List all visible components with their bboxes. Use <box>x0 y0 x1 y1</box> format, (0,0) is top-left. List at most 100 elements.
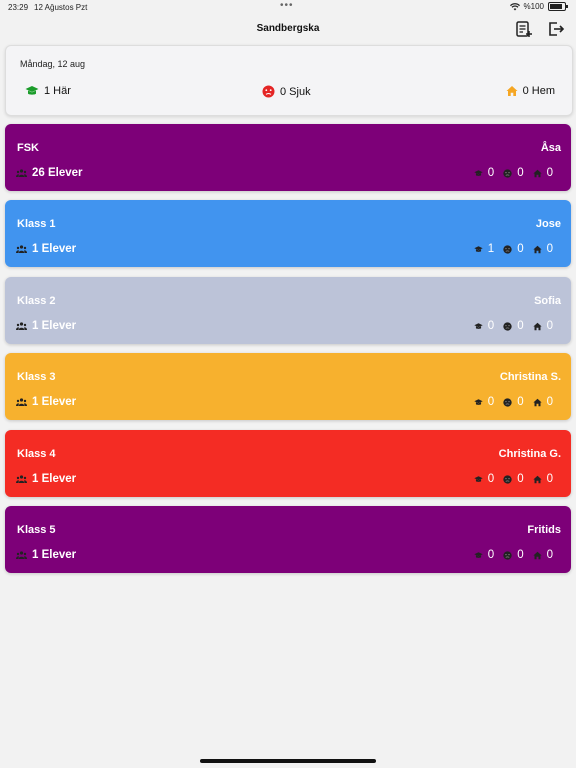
battery-icon <box>548 2 568 11</box>
status-time: 23:29 <box>8 3 29 12</box>
home-label: 0 Hem <box>522 85 555 97</box>
home-value: 0 <box>546 320 553 332</box>
home-count: 0 <box>532 473 553 485</box>
teacher-name: Åsa <box>540 142 561 154</box>
graduation-cap-icon <box>474 551 483 558</box>
battery-percent: %100 <box>523 2 544 11</box>
graduation-cap-icon <box>474 322 483 329</box>
home-value: 0 <box>546 167 553 179</box>
class-name: Klass 1 <box>17 218 56 230</box>
present-count: 0 <box>474 549 494 561</box>
graduation-cap-icon <box>474 475 483 482</box>
home-count: 0 <box>532 396 553 408</box>
present-count: 1 Här <box>25 85 71 97</box>
student-count-label: 1 Elever <box>32 549 77 561</box>
class-name: Klass 5 <box>17 524 56 536</box>
multitasking-dots-icon[interactable]: ••• <box>280 0 294 11</box>
present-count: 0 <box>474 473 494 485</box>
teacher-name: Jose <box>535 218 561 230</box>
class-card[interactable]: Klass 2 Sofia 1 Elever 0 0 0 <box>5 277 571 344</box>
sick-value: 0 <box>517 473 524 485</box>
sick-count: 0 <box>503 549 524 561</box>
sick-count: 0 <box>503 167 524 179</box>
home-count: 0 <box>532 320 553 332</box>
home-indicator[interactable] <box>200 759 376 763</box>
class-card[interactable]: Klass 3 Christina S. 1 Elever 0 0 0 <box>5 353 571 420</box>
sick-value: 0 <box>517 549 524 561</box>
attendance-counts: 0 0 0 <box>465 167 553 179</box>
page-title: Sandbergska <box>256 23 320 34</box>
logout-button[interactable] <box>546 19 566 39</box>
sick-face-icon <box>503 550 512 560</box>
sick-face-icon <box>262 85 275 98</box>
student-count-label: 1 Elever <box>32 396 77 408</box>
class-name: Klass 4 <box>17 448 56 460</box>
student-count: 1 Elever <box>16 396 76 408</box>
present-count: 1 <box>474 243 494 255</box>
sick-count: 0 <box>503 396 524 408</box>
class-card[interactable]: Klass 4 Christina G. 1 Elever 0 0 0 <box>5 430 571 497</box>
group-icon <box>16 551 27 559</box>
home-icon <box>532 169 542 177</box>
class-card[interactable]: Klass 1 Jose 1 Elever 1 0 0 <box>5 200 571 267</box>
graduation-cap-icon <box>25 86 39 95</box>
sick-value: 0 <box>517 243 524 255</box>
group-icon <box>16 475 27 483</box>
sick-value: 0 <box>517 396 524 408</box>
student-count-label: 1 Elever <box>32 320 77 332</box>
class-name: Klass 2 <box>17 295 56 307</box>
sick-value: 0 <box>517 320 524 332</box>
teacher-name: Christina S. <box>499 371 561 383</box>
sick-face-icon <box>503 321 512 331</box>
present-value: 1 <box>487 243 495 255</box>
student-count-label: 1 Elever <box>32 243 77 255</box>
sick-face-icon <box>503 474 512 484</box>
status-date: 12 Ağustos Pzt <box>34 3 88 12</box>
group-icon <box>16 398 27 406</box>
note-add-icon <box>516 21 532 37</box>
teacher-name: Christina G. <box>498 448 561 460</box>
sick-label: 0 Sjuk <box>280 85 311 98</box>
class-name: Klass 3 <box>17 371 56 383</box>
present-value: 0 <box>487 167 495 179</box>
home-count: 0 <box>532 549 553 561</box>
logout-icon <box>549 22 565 36</box>
student-count-label: 26 Elever <box>32 167 83 179</box>
attendance-counts: 0 0 0 <box>465 320 553 332</box>
sick-face-icon <box>503 244 512 254</box>
sick-count: 0 Sjuk <box>262 85 311 98</box>
home-count: 0 <box>532 167 553 179</box>
summary-date: Måndag, 12 aug <box>20 59 86 69</box>
present-value: 0 <box>487 396 495 408</box>
home-icon <box>532 398 542 406</box>
status-right: %100 <box>509 2 568 11</box>
home-value: 0 <box>546 396 553 408</box>
sick-count: 0 <box>503 320 524 332</box>
class-card[interactable]: Klass 5 Fritids 1 Elever 0 0 0 <box>5 506 571 573</box>
attendance-summary: Måndag, 12 aug 1 Här 0 Sjuk 0 Hem <box>5 45 573 116</box>
class-card[interactable]: FSK Åsa 26 Elever 0 0 0 <box>5 124 571 191</box>
student-count: 1 Elever <box>16 549 76 561</box>
graduation-cap-icon <box>474 398 483 405</box>
sick-face-icon <box>503 397 512 407</box>
teacher-name: Sofia <box>534 295 561 307</box>
sick-face-icon <box>503 168 512 178</box>
sick-value: 0 <box>517 167 524 179</box>
home-count: 0 <box>532 243 553 255</box>
add-note-button[interactable] <box>514 19 534 39</box>
home-count: 0 Hem <box>506 85 555 97</box>
teacher-name: Fritids <box>527 524 561 536</box>
home-icon <box>532 245 542 253</box>
present-label: 1 Här <box>44 85 71 97</box>
student-count: 1 Elever <box>16 473 76 485</box>
attendance-counts: 0 0 0 <box>465 549 553 561</box>
present-value: 0 <box>487 549 495 561</box>
present-value: 0 <box>487 320 495 332</box>
present-count: 0 <box>474 396 494 408</box>
attendance-counts: 0 0 0 <box>465 396 553 408</box>
wifi-icon <box>509 2 520 10</box>
group-icon <box>16 322 27 330</box>
home-value: 0 <box>546 243 553 255</box>
student-count: 1 Elever <box>16 320 76 332</box>
present-count: 0 <box>474 320 494 332</box>
